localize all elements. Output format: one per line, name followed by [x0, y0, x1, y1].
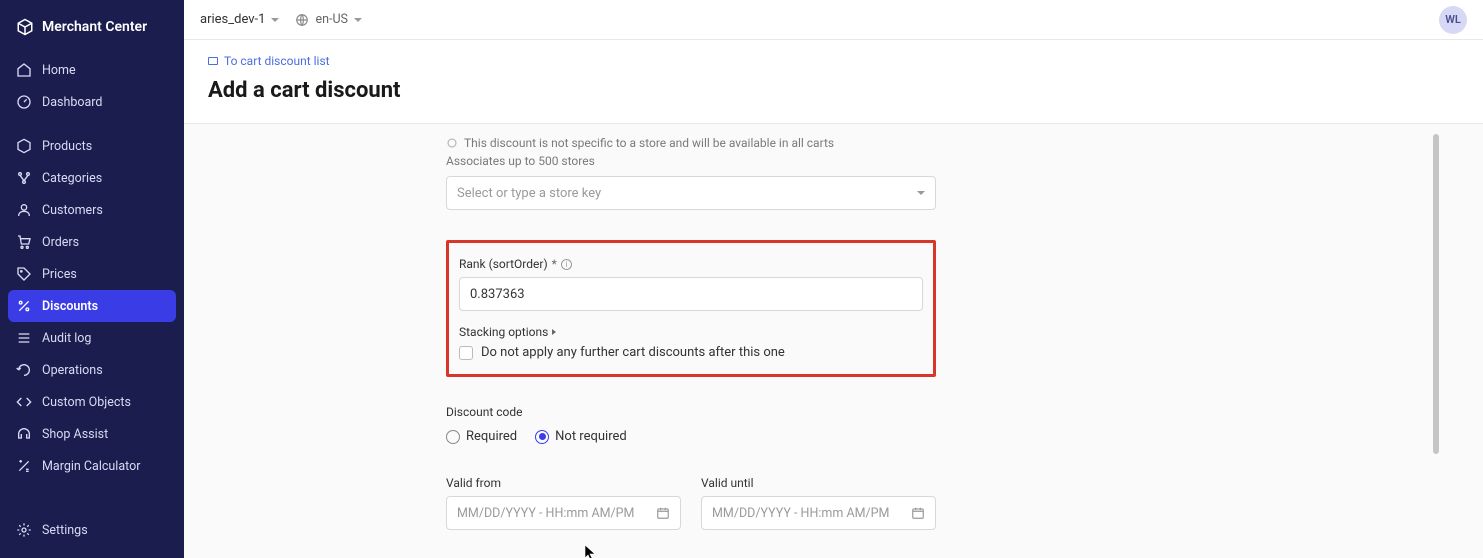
calc-icon	[16, 458, 32, 474]
stacking-checkbox-label: Do not apply any further cart discounts …	[481, 345, 785, 360]
project-name: aries_dev-1	[200, 12, 265, 27]
sidebar-item-shopassist[interactable]: Shop Assist	[0, 418, 184, 450]
store-note-row: This discount is not specific to a store…	[446, 136, 936, 150]
chevron-down-icon	[354, 18, 362, 22]
home-icon	[16, 62, 32, 78]
chevron-right-icon	[552, 329, 556, 335]
sidebar-item-label: Custom Objects	[42, 395, 131, 410]
rank-label: Rank (sortOrder)* i	[459, 257, 923, 271]
brand-label: Merchant Center	[42, 19, 147, 35]
sidebar-item-categories[interactable]: Categories	[0, 162, 184, 194]
sidebar-item-label: Categories	[42, 171, 102, 186]
main: aries_dev-1 en-US WL To cart discount li…	[184, 0, 1483, 558]
valid-until-input[interactable]: MM/DD/YYYY - HH:mm AM/PM	[701, 496, 936, 530]
tree-icon	[16, 170, 32, 186]
sidebar-item-prices[interactable]: Prices	[0, 258, 184, 290]
headset-icon	[16, 426, 32, 442]
sidebar-item-customers[interactable]: Customers	[0, 194, 184, 226]
radio-required[interactable]: Required	[446, 429, 517, 444]
list-icon	[16, 330, 32, 346]
sidebar-item-label: Orders	[42, 235, 79, 250]
info-icon[interactable]: i	[561, 259, 572, 270]
brand: Merchant Center	[0, 12, 184, 54]
sidebar-item-orders[interactable]: Orders	[0, 226, 184, 258]
radio-not-required[interactable]: Not required	[535, 429, 627, 444]
radio-unchecked-icon	[446, 137, 458, 149]
sidebar-item-customobjects[interactable]: Custom Objects	[0, 386, 184, 418]
list-icon	[208, 57, 218, 65]
tag-icon	[16, 266, 32, 282]
page-title: Add a cart discount	[208, 78, 1459, 103]
package-icon	[16, 138, 32, 154]
chevron-down-icon	[917, 191, 925, 195]
sidebar: Merchant Center Home Dashboard Products …	[0, 0, 184, 558]
sidebar-item-label: Prices	[42, 267, 77, 282]
stacking-label[interactable]: Stacking options	[459, 325, 923, 339]
sidebar-item-auditlog[interactable]: Audit log	[0, 322, 184, 354]
chevron-down-icon	[271, 18, 279, 22]
refresh-icon	[16, 362, 32, 378]
sidebar-item-label: Dashboard	[42, 95, 102, 110]
radio-unchecked-icon	[446, 430, 460, 444]
calendar-icon	[656, 506, 670, 520]
store-select[interactable]: Select or type a store key	[446, 176, 936, 210]
code-icon	[16, 394, 32, 410]
date-placeholder: MM/DD/YYYY - HH:mm AM/PM	[457, 506, 634, 521]
cursor-icon	[584, 544, 598, 558]
scrollbar[interactable]	[1433, 134, 1441, 534]
percent-icon	[16, 298, 32, 314]
discount-code-label: Discount code	[446, 405, 936, 419]
sidebar-item-label: Home	[42, 63, 76, 78]
radio-label: Not required	[555, 429, 627, 444]
project-switcher[interactable]: aries_dev-1	[200, 12, 279, 27]
valid-from-label: Valid from	[446, 476, 681, 490]
sidebar-item-label: Shop Assist	[42, 427, 108, 442]
radio-label: Required	[466, 429, 517, 444]
store-placeholder: Select or type a store key	[457, 186, 601, 201]
sidebar-item-label: Operations	[42, 363, 103, 378]
breadcrumb-label: To cart discount list	[224, 54, 330, 68]
sidebar-item-label: Settings	[42, 523, 88, 538]
checkbox-unchecked-icon	[459, 346, 473, 360]
breadcrumb[interactable]: To cart discount list	[208, 54, 1459, 68]
valid-until-label: Valid until	[701, 476, 936, 490]
sidebar-item-margincalc[interactable]: Margin Calculator	[0, 450, 184, 482]
store-hint: Associates up to 500 stores	[446, 154, 936, 168]
sidebar-item-label: Discounts	[42, 299, 98, 314]
globe-icon	[295, 13, 309, 27]
sidebar-item-settings[interactable]: Settings	[0, 514, 184, 546]
gauge-icon	[16, 94, 32, 110]
stacking-checkbox-row[interactable]: Do not apply any further cart discounts …	[459, 345, 923, 360]
store-note: This discount is not specific to a store…	[464, 136, 834, 150]
sidebar-item-dashboard[interactable]: Dashboard	[0, 86, 184, 118]
person-icon	[16, 202, 32, 218]
rank-input[interactable]	[459, 277, 923, 311]
sidebar-item-label: Margin Calculator	[42, 459, 140, 474]
topbar: aries_dev-1 en-US WL	[184, 0, 1483, 40]
page-header: To cart discount list Add a cart discoun…	[184, 40, 1483, 124]
content: This discount is not specific to a store…	[184, 124, 1483, 558]
date-placeholder: MM/DD/YYYY - HH:mm AM/PM	[712, 506, 889, 521]
sidebar-item-home[interactable]: Home	[0, 54, 184, 86]
sidebar-item-label: Customers	[42, 203, 103, 218]
locale-switcher[interactable]: en-US	[295, 12, 362, 27]
cube-icon	[16, 18, 34, 36]
sidebar-item-operations[interactable]: Operations	[0, 354, 184, 386]
sidebar-item-label: Audit log	[42, 331, 91, 346]
locale-name: en-US	[315, 12, 348, 27]
sidebar-item-products[interactable]: Products	[0, 130, 184, 162]
avatar[interactable]: WL	[1439, 6, 1467, 34]
sidebar-item-label: Products	[42, 139, 92, 154]
calendar-icon	[911, 506, 925, 520]
sidebar-item-discounts[interactable]: Discounts	[8, 290, 176, 322]
highlight-box: Rank (sortOrder)* i Stacking options Do …	[446, 240, 936, 377]
gear-icon	[16, 522, 32, 538]
valid-from-input[interactable]: MM/DD/YYYY - HH:mm AM/PM	[446, 496, 681, 530]
cart-icon	[16, 234, 32, 250]
radio-checked-icon	[535, 430, 549, 444]
